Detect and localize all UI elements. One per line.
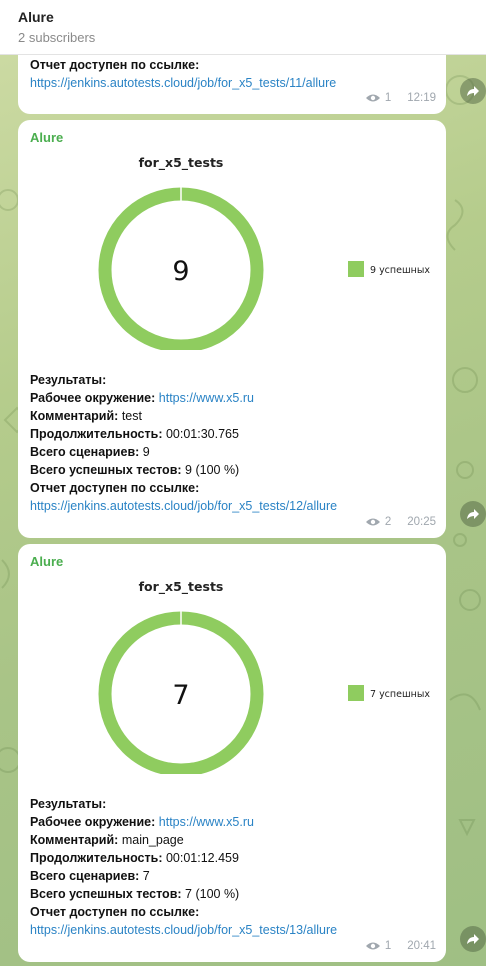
scenarios-label: Всего сценариев:	[30, 869, 140, 883]
comment-value: main_page	[121, 833, 184, 847]
report-link[interactable]: https://jenkins.autotests.cloud/job/for_…	[30, 76, 336, 90]
comment-label: Комментарий:	[30, 409, 119, 423]
forward-button[interactable]	[460, 926, 486, 952]
channel-header[interactable]: Alure 2 subscribers	[0, 0, 486, 55]
view-count: 1	[384, 940, 392, 952]
passed-label: Всего успешных тестов:	[30, 463, 182, 477]
chart-title: for_x5_tests	[139, 579, 224, 595]
report-label: Отчет доступен по ссылке:	[30, 905, 200, 919]
report-label: Отчет доступен по ссылке:	[30, 58, 200, 72]
duration-label: Продолжительность:	[30, 851, 163, 865]
eye-icon	[365, 518, 380, 526]
legend-swatch	[348, 685, 364, 701]
donut-chart: for_x5_tests 9 9 успешных	[98, 155, 430, 350]
channel-title: Alure	[18, 9, 54, 25]
comment-value: test	[121, 409, 142, 423]
subscriber-count: 2 subscribers	[18, 30, 96, 45]
message-time: 20:41	[407, 940, 436, 952]
message-meta: 1 20:41	[365, 940, 436, 952]
passed-value: 7 (100 %)	[185, 887, 240, 901]
forward-arrow-icon	[467, 934, 479, 944]
env-label: Рабочее окружение:	[30, 391, 156, 405]
duration-value: 00:01:12.459	[165, 851, 239, 865]
scenarios-value: 9	[142, 445, 150, 459]
center-label: 7	[172, 680, 189, 711]
legend-label: 7 успешных	[370, 689, 430, 700]
eye-icon	[365, 942, 380, 950]
forward-button[interactable]	[460, 501, 486, 527]
duration-value: 00:01:30.765	[165, 427, 239, 441]
message-bubble[interactable]: Alure for_x5_tests 9 9 успешных Результа…	[18, 120, 446, 538]
report-label: Отчет доступен по ссылке:	[30, 481, 200, 495]
report-link[interactable]: https://jenkins.autotests.cloud/job/for_…	[30, 499, 337, 513]
duration-label: Продолжительность:	[30, 427, 163, 441]
view-count: 2	[384, 516, 392, 528]
message-bubble[interactable]: Alure for_x5_tests 7 7 успешных Результа…	[18, 544, 446, 962]
legend-swatch	[348, 261, 364, 277]
forward-arrow-icon	[467, 509, 479, 519]
view-count: 1	[384, 92, 392, 104]
message-meta: 1 12:19	[365, 92, 436, 104]
results-label: Результаты:	[30, 373, 107, 387]
passed-value: 9 (100 %)	[185, 463, 240, 477]
report-link[interactable]: https://jenkins.autotests.cloud/job/for_…	[30, 923, 337, 937]
message-meta: 2 20:25	[365, 516, 436, 528]
env-link[interactable]: https://www.x5.ru	[159, 391, 254, 405]
legend-label: 9 успешных	[370, 265, 430, 276]
message-time: 12:19	[407, 92, 436, 104]
comment-label: Комментарий:	[30, 833, 119, 847]
message-time: 20:25	[407, 516, 436, 528]
passed-label: Всего успешных тестов:	[30, 887, 182, 901]
forward-button[interactable]	[460, 78, 486, 104]
center-label: 9	[172, 256, 189, 287]
forward-arrow-icon	[467, 86, 479, 96]
env-link[interactable]: https://www.x5.ru	[159, 815, 254, 829]
chart-title: for_x5_tests	[139, 155, 224, 171]
scenarios-label: Всего сценариев:	[30, 445, 140, 459]
scenarios-value: 7	[142, 869, 150, 883]
results-label: Результаты:	[30, 797, 107, 811]
env-label: Рабочее окружение:	[30, 815, 156, 829]
donut-chart: for_x5_tests 7 7 успешных	[98, 579, 430, 774]
eye-icon	[365, 94, 380, 102]
